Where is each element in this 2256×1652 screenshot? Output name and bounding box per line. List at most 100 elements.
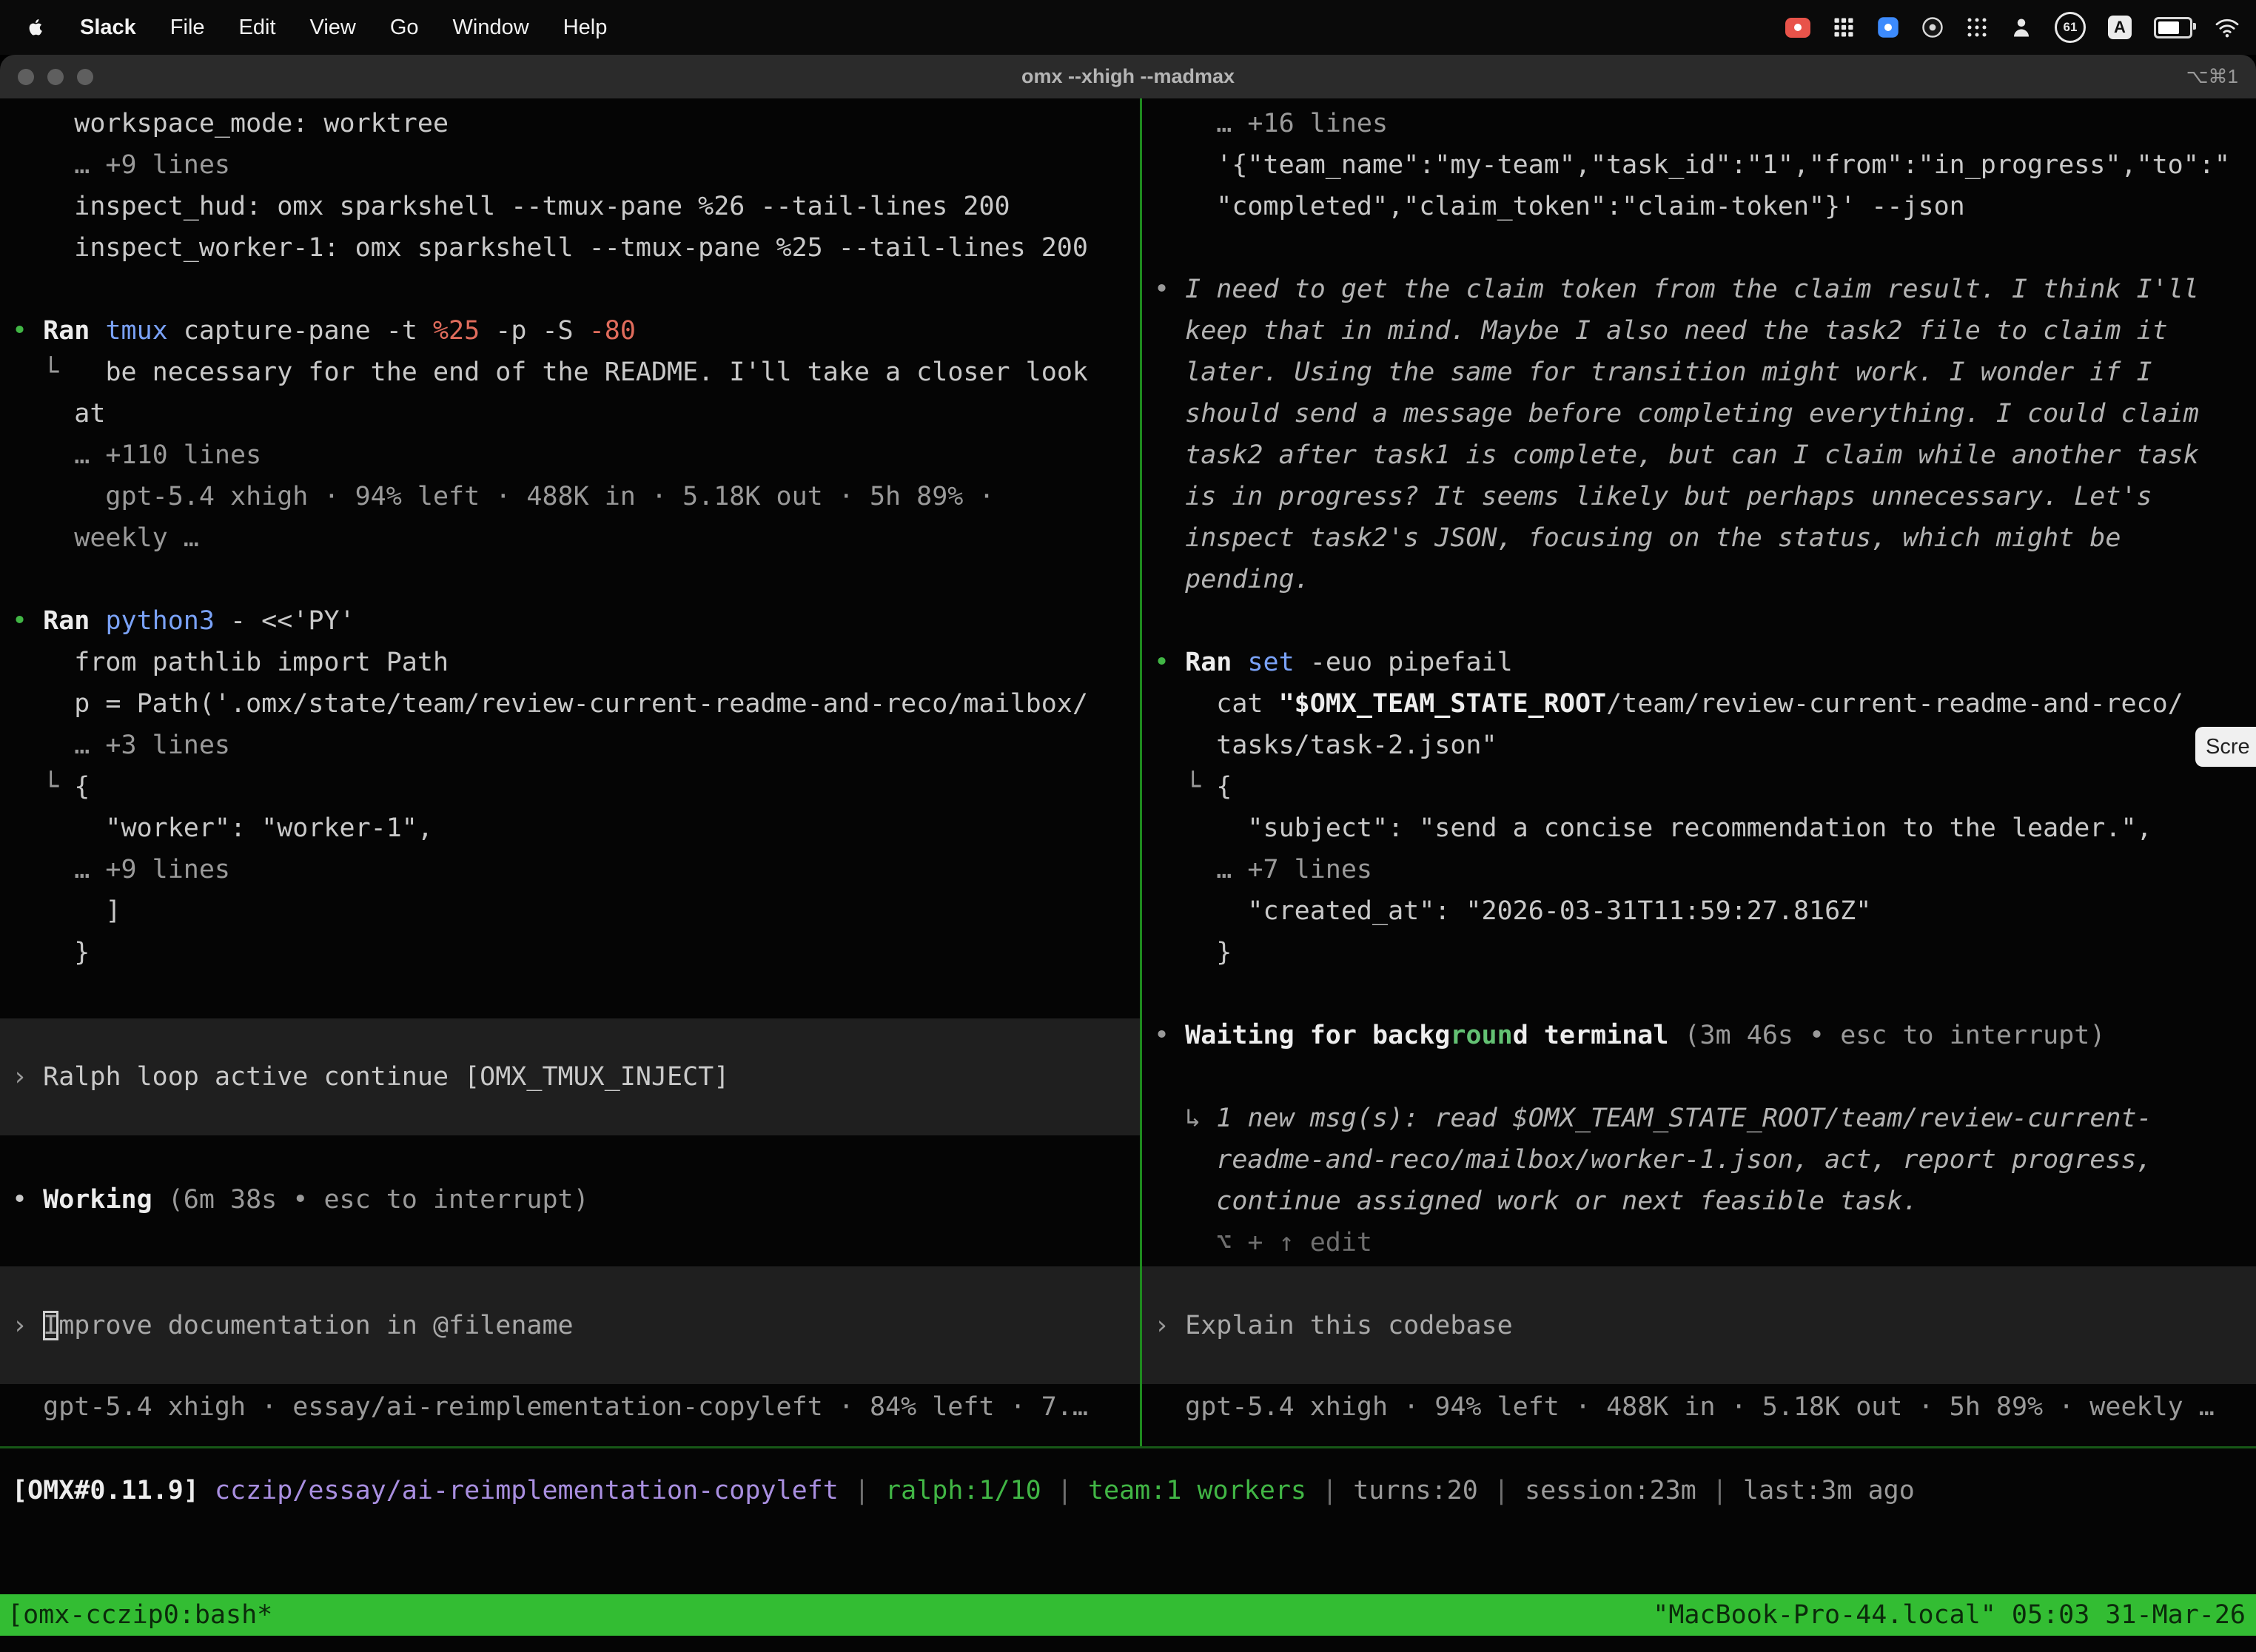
menu-item-go[interactable]: Go xyxy=(390,16,419,40)
omx-status-bar: [OMX#0.11.9] cczip/essay/ai-reimplementa… xyxy=(12,1470,2256,1511)
desktop-screen: Slack File Edit View Go Window Help xyxy=(0,0,2256,1652)
pane-divider-vertical[interactable] xyxy=(1140,98,1142,1446)
terminal-line: … +16 lines xyxy=(1154,103,2256,144)
terminal-line: gpt-5.4 xhigh · 94% left · 488K in · 5.1… xyxy=(12,476,1140,517)
terminal-line: is in progress? It seems likely but perh… xyxy=(1154,476,2256,517)
menu-bar: Slack File Edit View Go Window Help xyxy=(0,0,2256,55)
terminal-line: "worker": "worker-1", xyxy=(12,807,1140,849)
terminal-line: tasks/task-2.json" xyxy=(1154,725,2256,766)
right-pane-stat-line: gpt-5.4 xhigh · 94% left · 488K in · 5.1… xyxy=(1154,1386,2256,1428)
terminal-line xyxy=(12,559,1140,600)
wifi-icon[interactable] xyxy=(2215,17,2240,38)
assistant-figure-icon[interactable] xyxy=(2010,16,2032,38)
tmux-status-bar: [omx-cczip0:bash* "MacBook-Pro-44.local"… xyxy=(0,1594,2256,1636)
menu-bar-status: 61 A xyxy=(1785,12,2256,43)
terminal-line: "created_at": "2026-03-31T11:59:27.816Z" xyxy=(1154,890,2256,932)
terminal-line: continue assigned work or next feasible … xyxy=(1154,1181,2256,1222)
close-button[interactable] xyxy=(18,69,34,85)
tmux-host-clock: "MacBook-Pro-44.local" 05:03 31-Mar-26 xyxy=(1653,1594,2246,1636)
terminal-line: ⌥ + ↑ edit xyxy=(1154,1222,2256,1263)
terminal-line: ↳ 1 new msg(s): read $OMX_TEAM_STATE_ROO… xyxy=(1154,1098,2256,1139)
menu-bar-items: Slack File Edit View Go Window Help xyxy=(80,16,607,40)
terminal-line: • Working (6m 38s • esc to interrupt) xyxy=(12,1179,1140,1220)
window-title: omx --xhigh --madmax xyxy=(0,65,2256,88)
menu-item-help[interactable]: Help xyxy=(563,16,608,40)
terminal-line: › Explain this codebase xyxy=(1154,1305,2256,1346)
menu-item-view[interactable]: View xyxy=(310,16,356,40)
grid-app-icon[interactable] xyxy=(1833,16,1855,38)
terminal-line xyxy=(12,269,1140,310)
terminal-line: task2 after task1 is complete, but can I… xyxy=(1154,434,2256,476)
dots-grid-icon[interactable] xyxy=(1966,16,1988,38)
inject-banner: › Ralph loop active continue [OMX_TMUX_I… xyxy=(0,1018,1140,1135)
terminal-window: omx --xhigh --madmax ⌥⌘1 workspace_mode:… xyxy=(0,55,2256,1652)
terminal-line: keep that in mind. Maybe I also need the… xyxy=(1154,310,2256,352)
menu-item-file[interactable]: File xyxy=(170,16,205,40)
terminal-pane-right[interactable]: … +16 lines '{"team_name":"my-team","tas… xyxy=(1142,98,2256,1446)
terminal-line: weekly … xyxy=(12,517,1140,559)
terminal-line: inspect_hud: omx sparkshell --tmux-pane … xyxy=(12,186,1140,227)
terminal-line: '{"team_name":"my-team","task_id":"1","f… xyxy=(1154,144,2256,186)
screen-tooltip: Scre xyxy=(2195,727,2256,767)
terminal-line: pending. xyxy=(1154,559,2256,600)
terminal-line: • Ran tmux capture-pane -t %25 -p -S -80 xyxy=(12,310,1140,352)
menu-item-edit[interactable]: Edit xyxy=(239,16,276,40)
battery-percentage-badge[interactable]: 61 xyxy=(2055,12,2086,43)
terminal-line: • Waiting for background terminal (3m 46… xyxy=(1154,1015,2256,1056)
dark-circle-app-icon[interactable] xyxy=(1921,16,1944,38)
terminal-line: "subject": "send a concise recommendatio… xyxy=(1154,807,2256,849)
terminal-line: p = Path('.omx/state/team/review-current… xyxy=(12,683,1140,725)
menu-item-window[interactable]: Window xyxy=(453,16,529,40)
working-status: • Working (6m 38s • esc to interrupt) xyxy=(12,1179,1140,1220)
zoom-button[interactable] xyxy=(77,69,93,85)
blue-app-icon[interactable] xyxy=(1877,16,1899,38)
terminal-line: later. Using the same for transition mig… xyxy=(1154,352,2256,393)
terminal-line: workspace_mode: worktree xyxy=(12,103,1140,144)
terminal-line xyxy=(1154,973,2256,1015)
terminal-line: … +9 lines xyxy=(12,849,1140,890)
screen-recording-indicator-icon[interactable] xyxy=(1785,18,1810,38)
terminal-line: from pathlib import Path xyxy=(12,642,1140,683)
terminal-line: gpt-5.4 xhigh · essay/ai-reimplementatio… xyxy=(12,1386,1140,1428)
terminal-line: ] xyxy=(12,890,1140,932)
minimize-button[interactable] xyxy=(47,69,64,85)
menu-item-slack[interactable]: Slack xyxy=(80,16,136,40)
terminal-line: } xyxy=(1154,932,2256,973)
terminal-line: • Ran python3 - <<'PY' xyxy=(12,600,1140,642)
right-pane-output: … +16 lines '{"team_name":"my-team","tas… xyxy=(1154,103,2256,1263)
tmux-session-label: [omx-cczip0:bash* xyxy=(7,1594,272,1636)
terminal-line: └ { xyxy=(12,766,1140,807)
traffic-lights xyxy=(18,55,93,98)
terminal-line: at xyxy=(12,393,1140,434)
terminal-line: › Ralph loop active continue [OMX_TMUX_I… xyxy=(12,1056,1140,1098)
terminal-line: [OMX#0.11.9] cczip/essay/ai-reimplementa… xyxy=(12,1470,2256,1511)
terminal-line: inspect task2's JSON, focusing on the st… xyxy=(1154,517,2256,559)
terminal-line: … +3 lines xyxy=(12,725,1140,766)
left-pane-stat-line: gpt-5.4 xhigh · essay/ai-reimplementatio… xyxy=(12,1386,1140,1428)
terminal-line: └ { xyxy=(1154,766,2256,807)
terminal-line: › Improve documentation in @filename xyxy=(12,1305,1140,1346)
prompt-input-left[interactable]: › Improve documentation in @filename xyxy=(0,1266,1140,1384)
pane-divider-horizontal xyxy=(0,1446,2256,1448)
terminal-line: "completed","claim_token":"claim-token"}… xyxy=(1154,186,2256,227)
menu-bar-left: Slack File Edit View Go Window Help xyxy=(0,16,607,40)
left-pane-output: workspace_mode: worktree … +9 lines insp… xyxy=(12,103,1140,973)
terminal-line: inspect_worker-1: omx sparkshell --tmux-… xyxy=(12,227,1140,269)
terminal-line: … +110 lines xyxy=(12,434,1140,476)
terminal-line xyxy=(1154,227,2256,269)
terminal-pane-left[interactable]: workspace_mode: worktree … +9 lines insp… xyxy=(0,98,1140,1446)
window-shortcut-hint: ⌥⌘1 xyxy=(2186,55,2238,98)
terminal-line: readme-and-reco/mailbox/worker-1.json, a… xyxy=(1154,1139,2256,1181)
input-source-icon[interactable]: A xyxy=(2108,16,2132,39)
terminal-line: … +7 lines xyxy=(1154,849,2256,890)
battery-icon[interactable] xyxy=(2154,17,2192,38)
window-title-bar[interactable]: omx --xhigh --madmax ⌥⌘1 xyxy=(0,55,2256,98)
terminal-line: cat "$OMX_TEAM_STATE_ROOT/team/review-cu… xyxy=(1154,683,2256,725)
terminal-line: gpt-5.4 xhigh · 94% left · 488K in · 5.1… xyxy=(1154,1386,2256,1428)
terminal-line xyxy=(1154,1056,2256,1098)
terminal-line: └ be necessary for the end of the README… xyxy=(12,352,1140,393)
apple-icon[interactable] xyxy=(25,16,46,39)
terminal-line: • I need to get the claim token from the… xyxy=(1154,269,2256,310)
terminal-line xyxy=(1154,600,2256,642)
prompt-input-right[interactable]: › Explain this codebase xyxy=(1142,1266,2256,1384)
